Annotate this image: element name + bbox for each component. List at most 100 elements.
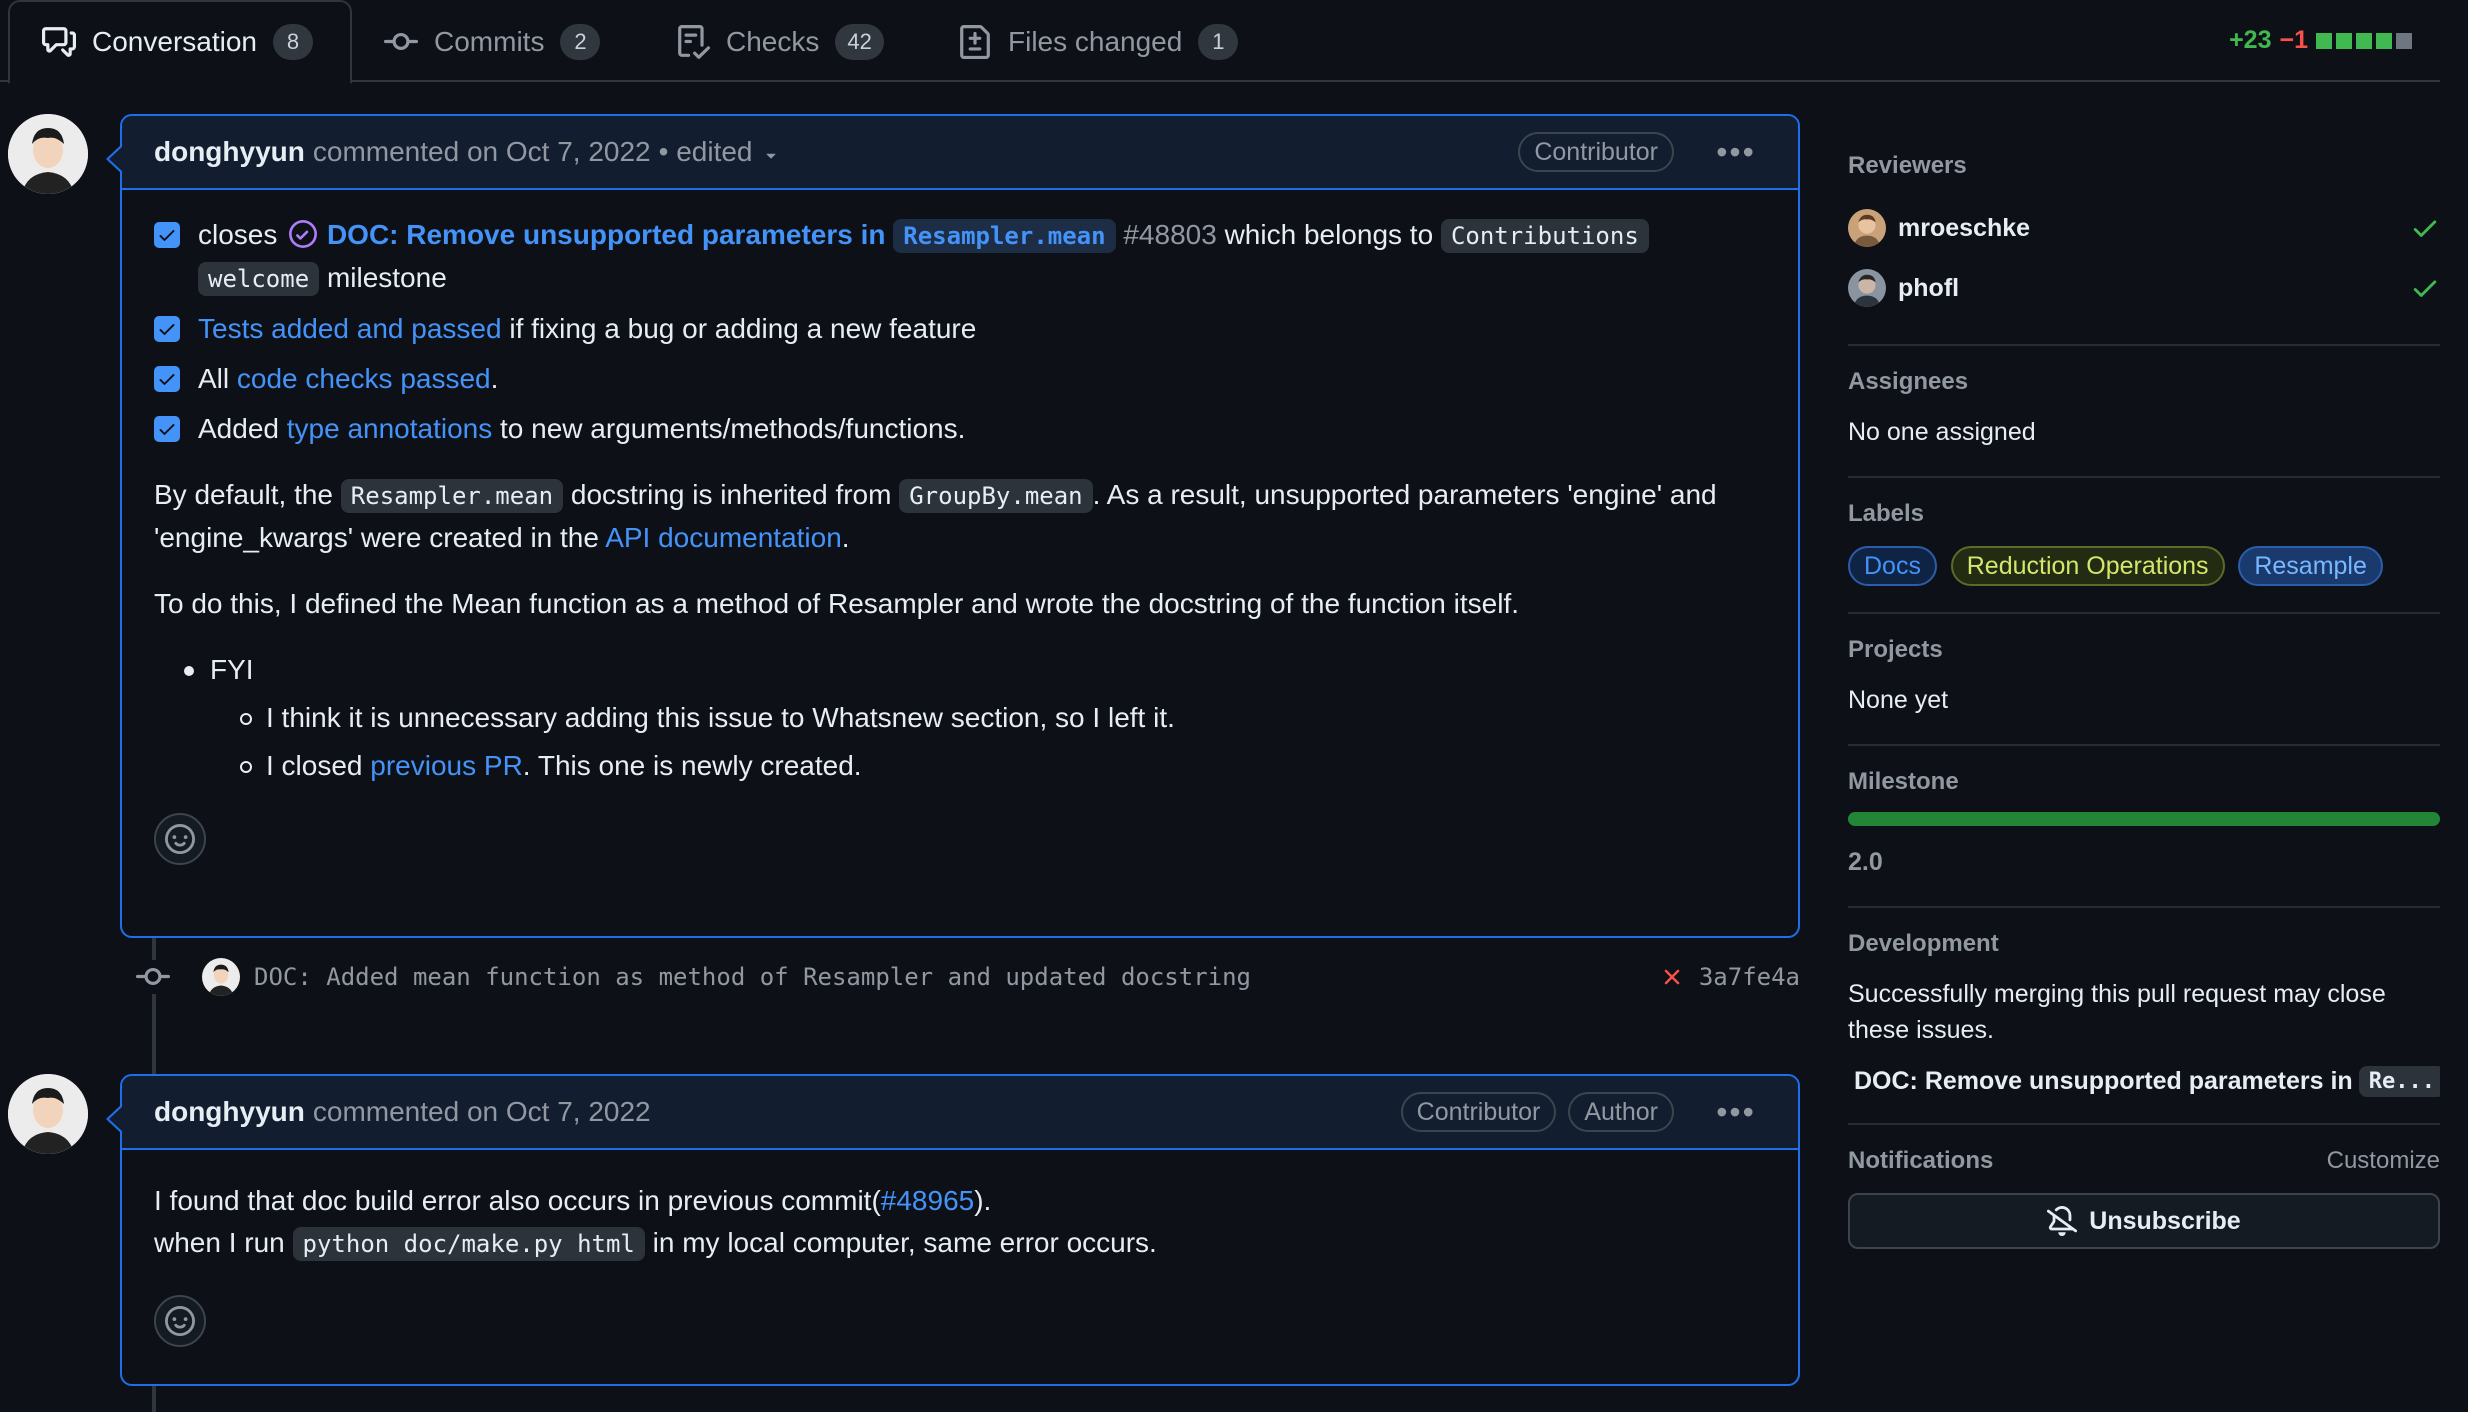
milestone-value[interactable]: 2.0 — [1848, 844, 2440, 880]
add-reaction-button[interactable] — [154, 813, 206, 865]
diffstat-block — [2376, 32, 2392, 49]
commit-message[interactable]: DOC: Added mean function as method of Re… — [254, 963, 1251, 991]
avatar[interactable] — [8, 1074, 88, 1154]
task-item: Added type annotations to new arguments/… — [154, 408, 1766, 450]
linked-issue-title: DOC: Remove unsupported parameters in — [1854, 1067, 2353, 1095]
tab-counter: 2 — [560, 24, 601, 60]
checkbox-checked[interactable] — [154, 316, 180, 342]
checkbox-checked[interactable] — [154, 416, 180, 442]
kebab-menu-icon[interactable]: ••• — [1706, 1094, 1766, 1131]
customize-link[interactable]: Customize — [2327, 1147, 2440, 1175]
add-reaction-button[interactable] — [154, 1295, 206, 1347]
reviewer-name: phofl — [1898, 273, 1960, 302]
triangle-down-icon[interactable] — [761, 145, 781, 165]
diffstat-block — [2356, 32, 2372, 49]
author-badge: Author — [1568, 1092, 1674, 1132]
label-docs[interactable]: Docs — [1848, 546, 1937, 586]
paragraph-text: I found that doc build error also occurs… — [154, 1185, 881, 1216]
checkbox-checked[interactable] — [154, 222, 180, 248]
comment-timestamp[interactable]: commented on Oct 7, 2022 — [313, 1096, 651, 1128]
type-annotations-link[interactable]: type annotations — [287, 413, 493, 444]
paragraph: when I run python doc/make.py html in my… — [154, 1222, 1766, 1265]
tab-files-changed[interactable]: Files changed 1 — [926, 0, 1270, 84]
linked-issue-code: Re... — [2358, 1066, 2440, 1097]
list-item: I closed previous PR. This one is newly … — [240, 745, 1766, 787]
commit-author-avatar[interactable] — [202, 958, 240, 996]
code-checks-link[interactable]: code checks passed — [237, 363, 491, 394]
projects-value: None yet — [1848, 686, 1949, 714]
kebab-menu-icon[interactable]: ••• — [1706, 134, 1766, 171]
commit-sha[interactable]: 3a7fe4a — [1699, 963, 1800, 991]
inline-code: Resampler.mean — [340, 479, 564, 513]
paragraph-text: ). — [974, 1185, 992, 1216]
api-docs-link[interactable]: API documentation — [605, 522, 842, 553]
paragraph-text: docstring is inherited from — [570, 479, 892, 510]
comment-timestamp[interactable]: commented on Oct 7, 2022 — [313, 136, 651, 168]
tab-label: Files changed — [1008, 26, 1183, 57]
milestone-section: Milestone 2.0 — [1848, 746, 2440, 908]
contributor-badge: Contributor — [1518, 132, 1674, 172]
unsubscribe-button[interactable]: Unsubscribe — [1848, 1193, 2440, 1249]
list-item: FYI — [184, 649, 1766, 691]
task-text: which belongs to — [1224, 219, 1434, 250]
comment-author[interactable]: donghyyun — [154, 1096, 305, 1128]
tab-checks[interactable]: Checks 42 — [644, 0, 916, 84]
milestone-progress-bar — [1848, 812, 2440, 826]
issue-number[interactable]: #48803 — [1123, 219, 1216, 250]
diffstat-additions: +23 — [2229, 26, 2272, 54]
tab-counter: 8 — [272, 24, 313, 60]
linked-issue[interactable]: DOC: Remove unsupported parameters in Re… — [1848, 1066, 2440, 1097]
issue-link[interactable]: DOC: Remove unsupported parameters in — [327, 219, 886, 250]
pr-tab-bar: Conversation 8 Commits 2 Checks 42 Files… — [0, 0, 2440, 84]
paragraph-text: . — [841, 522, 850, 553]
paragraph: I found that doc build error also occurs… — [154, 1180, 1766, 1222]
section-title[interactable]: Reviewers — [1848, 152, 2440, 180]
projects-section: Projects None yet — [1848, 614, 2440, 746]
diffstat: +23 −1 — [2229, 26, 2412, 55]
previous-pr-link[interactable]: previous PR — [370, 750, 523, 781]
paragraph-text: By default, the — [154, 479, 334, 510]
pr-sidebar: Reviewers mroeschke phofl Assignees No o… — [1848, 130, 2440, 1275]
diffstat-block — [2336, 32, 2352, 49]
paragraph-text: in my local computer, same error occurs. — [652, 1227, 1157, 1258]
checkbox-checked[interactable] — [154, 366, 180, 392]
reviewer-item[interactable]: phofl — [1848, 258, 2440, 318]
label-resample[interactable]: Resample — [2238, 546, 2383, 586]
reviewer-item[interactable]: mroeschke — [1848, 198, 2440, 258]
task-text: milestone — [326, 262, 447, 293]
task-item: All code checks passed. — [154, 358, 1766, 400]
inline-code: GroupBy.mean — [899, 479, 1093, 513]
bullet-list: FYI I think it is unnecessary adding thi… — [154, 649, 1766, 787]
comment-author[interactable]: donghyyun — [154, 136, 305, 168]
tab-counter: 42 — [835, 24, 884, 60]
tab-label: Conversation — [92, 26, 257, 57]
avatar[interactable] — [8, 114, 88, 194]
tab-label: Commits — [434, 26, 545, 57]
contributor-badge: Contributor — [1400, 1092, 1557, 1132]
comment-box: donghyyun commented on Oct 7, 2022 Contr… — [106, 1074, 1800, 1386]
commit-status: 3a7fe4a — [1659, 963, 1800, 991]
section-title[interactable]: Assignees — [1848, 368, 2440, 396]
labels-section: Labels Docs Reduction Operations Resampl… — [1848, 478, 2440, 614]
smiley-icon — [165, 1306, 195, 1336]
tests-link[interactable]: Tests added and passed — [198, 313, 502, 344]
section-title[interactable]: Projects — [1848, 636, 2440, 664]
check-icon — [159, 324, 175, 335]
section-title[interactable]: Milestone — [1848, 768, 2440, 796]
file-diff-icon — [960, 25, 990, 59]
section-title[interactable]: Development — [1848, 930, 2440, 958]
tab-commits[interactable]: Commits 2 — [352, 0, 632, 84]
commit-ref-link[interactable]: #48965 — [881, 1185, 974, 1216]
edited-indicator[interactable]: • edited — [659, 136, 753, 168]
list-item-text: I closed — [266, 750, 363, 781]
task-text: All — [198, 363, 230, 394]
commit-row: DOC: Added mean function as method of Re… — [136, 952, 1800, 1002]
comment-header: donghyyun commented on Oct 7, 2022 • edi… — [122, 116, 1798, 190]
label-reduction-operations[interactable]: Reduction Operations — [1950, 546, 2225, 586]
comment-body: closes DOC: Remove unsupported parameter… — [122, 190, 1798, 897]
x-icon[interactable] — [1659, 964, 1685, 990]
check-icon — [159, 230, 175, 241]
tab-conversation[interactable]: Conversation 8 — [8, 0, 352, 84]
issue-link-code[interactable]: Resampler.mean — [893, 219, 1116, 253]
section-title[interactable]: Labels — [1848, 500, 2440, 528]
